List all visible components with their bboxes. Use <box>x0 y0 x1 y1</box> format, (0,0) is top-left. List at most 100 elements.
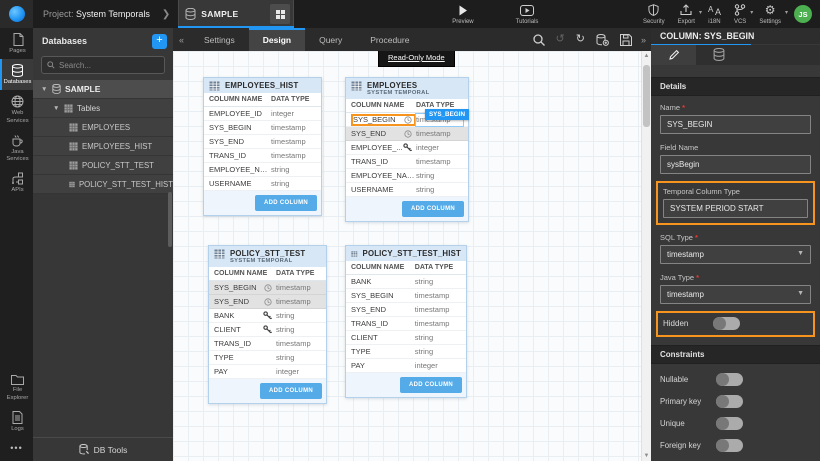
app-logo[interactable] <box>0 0 33 28</box>
data-type-header: DATA TYPE <box>416 102 463 109</box>
sidebar-item-java-services[interactable]: Java Services <box>0 129 33 167</box>
vcs-button[interactable]: ▾ VCS <box>734 4 746 25</box>
field-name-input[interactable]: sysBegin <box>660 155 811 174</box>
foreign-key-row: Foreign key <box>660 439 811 452</box>
sidebar-item-file-explorer[interactable]: File Explorer <box>0 369 33 405</box>
tab-data[interactable] <box>696 45 741 64</box>
security-button[interactable]: Security <box>643 4 665 25</box>
table-card[interactable]: POLICY_STT_TEST_HIST COLUMN NAME DATA TY… <box>345 245 467 398</box>
table-column-row[interactable]: SYS_ENDtimestamp <box>346 127 468 141</box>
table-rows: SYS_BEGINtimestampSYS_BEGINSYS_ENDtimest… <box>346 113 468 197</box>
table-column-row[interactable]: TRANS_IDtimestamp <box>204 149 321 163</box>
table-column-row[interactable]: TYPEstring <box>346 345 466 359</box>
add-database-button[interactable]: + <box>152 34 167 49</box>
redo-icon[interactable]: ↻ <box>576 34 585 45</box>
table-column-row[interactable]: EMPLOYEE_...integer <box>346 141 468 155</box>
table-column-row[interactable]: TYPEstring <box>209 351 326 365</box>
add-column-button[interactable]: ADD COLUMN <box>255 195 317 211</box>
table-column-row[interactable]: TRANS_IDtimestamp <box>346 317 466 331</box>
export-button[interactable]: ▾ Export <box>678 4 695 25</box>
collapse-panel-icon[interactable]: « <box>173 35 190 45</box>
table-card[interactable]: EMPLOYEES SYSTEM TEMPORAL COLUMN NAME DA… <box>345 77 469 222</box>
name-input[interactable]: SYS_BEGIN <box>660 115 811 134</box>
expand-panel-icon[interactable]: » <box>636 35 651 45</box>
save-icon[interactable] <box>620 34 632 46</box>
name-field-group: Name SYS_BEGIN <box>660 103 811 134</box>
db-tools-button[interactable]: DB Tools <box>33 437 173 461</box>
search-input[interactable]: Search... <box>41 56 165 74</box>
workspace-grid-button[interactable] <box>270 4 290 24</box>
scroll-up-icon[interactable]: ▲ <box>642 53 651 59</box>
table-column-row[interactable]: BANKstring <box>346 275 466 289</box>
unique-toggle[interactable] <box>716 417 743 430</box>
foreign-key-toggle[interactable] <box>716 439 743 452</box>
more-options-button[interactable]: ••• <box>0 437 33 461</box>
tree-node-table[interactable]: POLICY_STT_TEST_HIST <box>33 175 173 194</box>
user-avatar[interactable]: JS <box>794 5 812 23</box>
sql-type-select[interactable]: timestamp ▼ <box>660 245 811 264</box>
tab-design[interactable]: Design <box>249 28 305 51</box>
nullable-toggle[interactable] <box>716 373 743 386</box>
primary-key-toggle[interactable] <box>716 395 743 408</box>
table-column-row[interactable]: SYS_ENDtimestamp <box>204 135 321 149</box>
scroll-down-icon[interactable]: ▼ <box>642 453 651 459</box>
tab-query[interactable]: Query <box>305 28 356 51</box>
table-column-row[interactable]: USERNAMEstring <box>346 183 468 197</box>
panel-scrollbar-thumb[interactable] <box>168 192 172 247</box>
table-column-row[interactable]: EMPLOYEE_IDinteger <box>204 107 321 121</box>
workspace-tab-label: SAMPLE <box>201 9 270 19</box>
table-column-row[interactable]: TRANS_IDtimestamp <box>346 155 468 169</box>
table-column-row[interactable]: SYS_ENDtimestamp <box>346 303 466 317</box>
tutorials-button[interactable]: Tutorials <box>516 4 539 25</box>
table-column-row[interactable]: BANKstring <box>209 309 326 323</box>
settings-button[interactable]: ⚙ ▾ Settings <box>759 4 781 25</box>
tree-node-table[interactable]: POLICY_STT_TEST <box>33 156 173 175</box>
workspace-tab-sample[interactable]: SAMPLE <box>178 0 294 28</box>
table-column-row[interactable]: USERNAMEstring <box>204 177 321 191</box>
hidden-toggle[interactable] <box>713 317 740 330</box>
sidebar-item-apis[interactable]: APIs <box>0 167 33 198</box>
table-column-row[interactable]: PAYinteger <box>346 359 466 373</box>
table-column-row[interactable]: TRANS_IDtimestamp <box>209 337 326 351</box>
sidebar-item-pages[interactable]: Pages <box>0 28 33 59</box>
table-column-row[interactable]: CLIENTstring <box>346 331 466 345</box>
table-column-row[interactable]: SYS_BEGINtimestamp <box>346 289 466 303</box>
canvas-vertical-scrollbar[interactable]: ▲ ▼ <box>641 51 651 461</box>
table-column-row[interactable]: PAYinteger <box>209 365 326 379</box>
sidebar-item-logs[interactable]: Logs <box>0 406 33 437</box>
table-column-row[interactable]: EMPLOYEE_NAMEstring <box>346 169 468 183</box>
temporal-type-input[interactable]: SYSTEM PERIOD START <box>663 199 808 218</box>
undo-icon[interactable]: ↺ <box>556 34 565 45</box>
table-column-row[interactable]: SYS_BEGINtimestamp <box>209 281 326 295</box>
i18n-button[interactable]: AA i18N <box>708 4 721 25</box>
tree-node-tables[interactable]: ▼ Tables <box>33 99 173 118</box>
tab-settings[interactable]: Settings <box>190 28 249 51</box>
table-card[interactable]: POLICY_STT_TEST SYSTEM TEMPORAL COLUMN N… <box>208 245 327 404</box>
table-column-row[interactable]: SYS_BEGINtimestampSYS_BEGIN <box>346 113 468 127</box>
tree-node-sample[interactable]: ▼ SAMPLE <box>33 80 173 99</box>
tab-procedure[interactable]: Procedure <box>356 28 423 51</box>
table-card[interactable]: EMPLOYEES_HIST COLUMN NAME DATA TYPE EMP… <box>203 77 322 216</box>
search-icon[interactable] <box>533 34 545 46</box>
sidebar-item-web-services[interactable]: Web Services <box>0 90 33 128</box>
primary-key-icon <box>263 325 272 334</box>
search-icon <box>47 61 55 69</box>
preview-button[interactable]: Preview <box>452 4 473 25</box>
db-refresh-icon[interactable] <box>596 34 609 46</box>
tab-edit[interactable] <box>651 45 696 64</box>
java-type-select[interactable]: timestamp ▼ <box>660 285 811 304</box>
add-column-button[interactable]: ADD COLUMN <box>400 377 462 393</box>
scrollbar-thumb[interactable] <box>643 65 650 127</box>
tree-node-table[interactable]: EMPLOYEES <box>33 118 173 137</box>
table-column-row[interactable]: CLIENTstring <box>209 323 326 337</box>
table-column-row[interactable]: EMPLOYEE_NAMEstring <box>204 163 321 177</box>
table-column-row[interactable]: SYS_ENDtimestamp <box>209 295 326 309</box>
add-column-button[interactable]: ADD COLUMN <box>402 201 464 217</box>
add-column-button[interactable]: ADD COLUMN <box>260 383 322 399</box>
design-canvas[interactable]: Read-Only Mode ▲ ▼ EMPLOYEES_HIST COLUMN… <box>173 51 651 461</box>
sidebar-item-databases[interactable]: Databases <box>0 59 33 90</box>
tree-node-table[interactable]: EMPLOYEES_HIST <box>33 137 173 156</box>
table-column-row[interactable]: SYS_BEGINtimestamp <box>204 121 321 135</box>
chevron-down-icon: ▾ <box>699 10 702 16</box>
constraints-form: Nullable Primary key Unique Foreign key <box>651 364 820 461</box>
